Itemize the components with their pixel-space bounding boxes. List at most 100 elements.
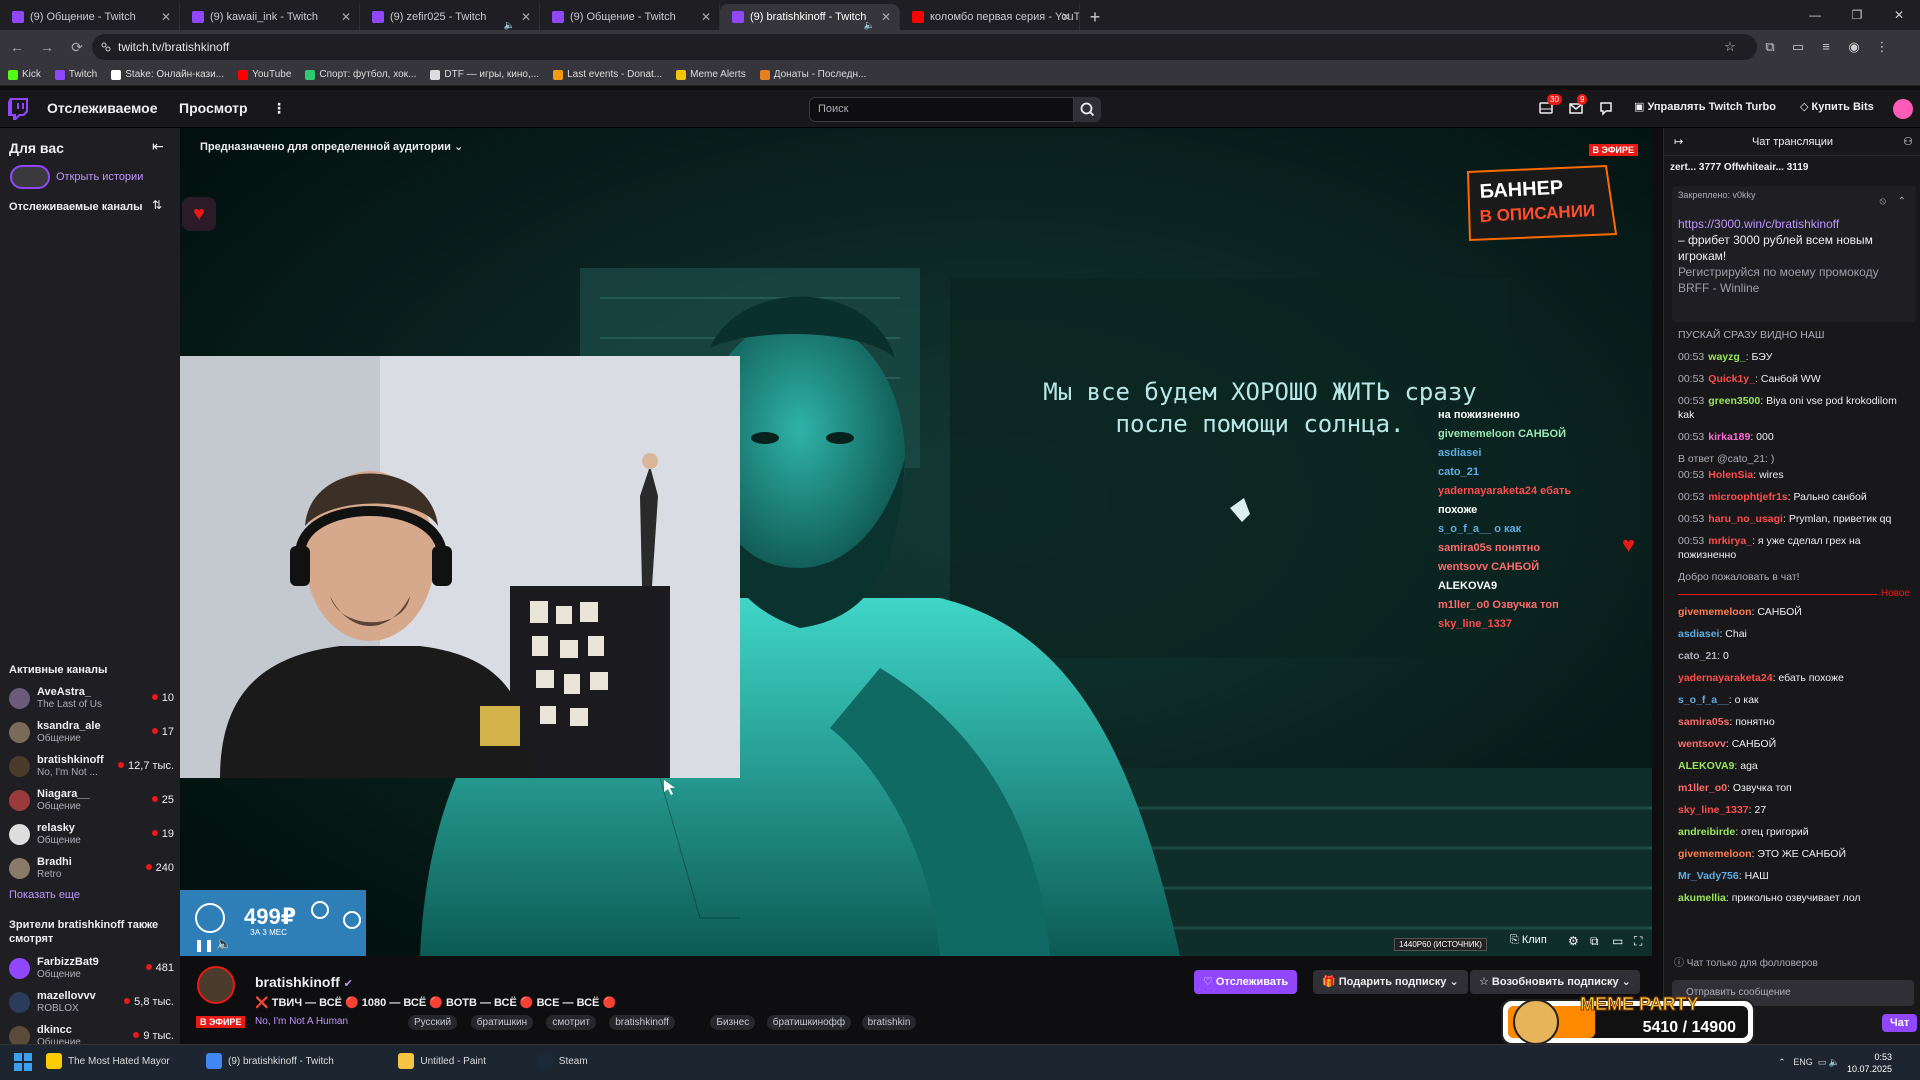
- start-button[interactable]: [14, 1053, 32, 1071]
- theatre-mode-icon[interactable]: ▭: [1612, 934, 1623, 948]
- sidebar-channel[interactable]: bratishkinoff No, I'm Not ... 12,7 тыс.: [9, 754, 174, 784]
- taskbar-item[interactable]: The Most Hated Mayor: [46, 1053, 170, 1069]
- bookmark-item[interactable]: DTF — игры, кино,...: [430, 69, 539, 80]
- unpin-icon[interactable]: ⦸: [1879, 196, 1886, 207]
- chat-username[interactable]: haru_no_usagi: [1708, 513, 1783, 525]
- gift-sub-button[interactable]: 🎁 Подарить подписку ⌄: [1313, 970, 1468, 994]
- bookmark-item[interactable]: YouTube: [238, 69, 291, 80]
- browser-tab[interactable]: (9) kawaii_ink - Twitch ✕: [180, 4, 360, 30]
- browser-tab[interactable]: (9) Общение - Twitch ✕: [540, 4, 720, 30]
- language-indicator[interactable]: ENG: [1793, 1057, 1813, 1067]
- tab-close-icon[interactable]: ✕: [1061, 4, 1071, 30]
- chat-username[interactable]: yadernayaraketa24: [1678, 672, 1773, 684]
- buy-bits-button[interactable]: ◇ Купить Bits: [1800, 100, 1874, 113]
- stream-tag[interactable]: братишкин: [470, 1015, 534, 1030]
- stream-tag[interactable]: Бизнес: [710, 1015, 756, 1030]
- search-input[interactable]: Поиск: [809, 97, 1074, 122]
- tab-close-icon[interactable]: ✕: [161, 4, 171, 30]
- sidebar-channel[interactable]: relasky Общение 19: [9, 822, 174, 852]
- bookmark-item[interactable]: Twitch: [54, 69, 97, 80]
- bookmark-item[interactable]: Stake: Онлайн-кази...: [111, 69, 224, 80]
- taskbar-item[interactable]: Untitled - Paint: [398, 1053, 486, 1069]
- chat-username[interactable]: cato_21: [1678, 650, 1717, 662]
- forward-icon[interactable]: →: [34, 39, 60, 55]
- stream-tag[interactable]: братишкинофф: [766, 1015, 852, 1030]
- network-icon[interactable]: ▭: [1818, 1057, 1827, 1067]
- fullscreen-icon[interactable]: ⛶: [1634, 934, 1642, 949]
- chat-username[interactable]: Mr_Vady756: [1678, 870, 1739, 882]
- browser-tab[interactable]: коломбо первая серия - YouTube✕: [900, 4, 1080, 30]
- volume-tray-icon[interactable]: 🔈: [1829, 1057, 1840, 1067]
- volume-icon[interactable]: 🔈: [216, 936, 232, 952]
- browser-tab[interactable]: (9) bratishkinoff - Twitch 🔈 ✕: [720, 4, 900, 30]
- stream-tag[interactable]: Русский: [408, 1015, 458, 1030]
- tab-audio-icon[interactable]: 🔈: [504, 12, 515, 30]
- pause-icon[interactable]: ❚❚: [194, 938, 214, 952]
- taskbar-item[interactable]: (9) bratishkinoff - Twitch: [206, 1053, 334, 1069]
- chat-username[interactable]: s_o_f_a__: [1678, 694, 1729, 706]
- nav-browse-link[interactable]: Просмотр: [179, 100, 248, 116]
- twitch-logo-icon[interactable]: [8, 98, 28, 120]
- minimize-button[interactable]: —: [1794, 0, 1836, 30]
- turbo-button[interactable]: ▣ Управлять Twitch Turbo: [1634, 100, 1776, 113]
- search-button[interactable]: [1074, 97, 1101, 122]
- nav-more-icon[interactable]: ⋮: [272, 100, 286, 117]
- sidebar-channel[interactable]: FarbizzBat9 Общение 481: [9, 956, 174, 986]
- bookmark-item[interactable]: Спорт: футбол, хок...: [305, 69, 416, 80]
- browser-tab[interactable]: (9) Общение - Twitch ✕: [0, 4, 180, 30]
- stream-tag[interactable]: bratishkin: [861, 1015, 917, 1030]
- streamer-avatar[interactable]: [197, 966, 235, 1004]
- site-info-icon[interactable]: [100, 41, 112, 53]
- show-more-link[interactable]: Показать еще: [9, 889, 80, 901]
- chat-username[interactable]: microophtjefr1s: [1708, 491, 1787, 503]
- bookmark-item[interactable]: Meme Alerts: [676, 69, 746, 80]
- sort-icon[interactable]: ⇅: [152, 198, 162, 212]
- streamer-name[interactable]: bratishkinoff ✔: [255, 974, 353, 990]
- chat-username[interactable]: wayzg_: [1708, 351, 1745, 363]
- sidebar-channel[interactable]: mazellovvv ROBLOX 5,8 тыс.: [9, 990, 174, 1020]
- tab-close-icon[interactable]: ✕: [521, 4, 531, 30]
- url-input[interactable]: twitch.tv/bratishkinoff: [92, 34, 1757, 60]
- reload-icon[interactable]: ⟳: [64, 39, 90, 56]
- sidebar-channel[interactable]: ksandra_ale Общение 17: [9, 720, 174, 750]
- open-stories-button[interactable]: Открыть истории: [10, 165, 160, 189]
- browser-tab[interactable]: (9) zefir025 - Twitch 🔈 ✕: [360, 4, 540, 30]
- browser-menu-icon[interactable]: ⋮: [1868, 38, 1896, 56]
- collapse-sidebar-icon[interactable]: ⇤: [152, 138, 164, 155]
- bookmark-item[interactable]: Донаты - Последн...: [759, 69, 866, 80]
- chat-send-button[interactable]: Чат: [1882, 1014, 1918, 1032]
- chat-username[interactable]: mrkirya_: [1708, 535, 1752, 547]
- chat-username[interactable]: Quick1y_: [1708, 373, 1755, 385]
- chat-username[interactable]: akumellia: [1678, 892, 1726, 904]
- new-tab-button[interactable]: +: [1080, 4, 1110, 30]
- tab-close-icon[interactable]: ✕: [341, 4, 351, 30]
- close-window-button[interactable]: ✕: [1878, 0, 1920, 30]
- audience-warning[interactable]: Предназначено для определенной аудитории…: [200, 140, 463, 153]
- stream-tag[interactable]: смотрит: [546, 1015, 596, 1030]
- bookmark-item[interactable]: Last events - Donat...: [553, 69, 662, 80]
- chat-username[interactable]: ALEKOVA9: [1678, 760, 1734, 772]
- tab-audio-icon[interactable]: 🔈: [864, 12, 875, 30]
- chat-username[interactable]: green3500: [1708, 395, 1760, 407]
- tray-chevron-icon[interactable]: ⌃: [1778, 1057, 1788, 1067]
- bookmark-item[interactable]: Kick: [8, 69, 41, 80]
- nav-following-link[interactable]: Отслеживаемое: [47, 100, 158, 116]
- taskbar-item[interactable]: Steam: [536, 1053, 588, 1069]
- pinned-link[interactable]: https://3000.win/c/bratishkinoff: [1678, 216, 1910, 232]
- chat-username[interactable]: m1ller_o0: [1678, 782, 1727, 794]
- stream-category-link[interactable]: No, I'm Not A Human: [255, 1016, 348, 1027]
- chat-username[interactable]: samira05s: [1678, 716, 1729, 728]
- chat-username[interactable]: HolenSia: [1708, 469, 1753, 481]
- clock[interactable]: 0:53 10.07.2025: [1847, 1051, 1892, 1075]
- stream-tag[interactable]: bratishkinoff: [609, 1015, 675, 1030]
- pip-icon[interactable]: ⧉: [1590, 934, 1599, 949]
- back-icon[interactable]: ←: [4, 39, 30, 55]
- chat-username[interactable]: givememeloon: [1678, 606, 1752, 618]
- maximize-button[interactable]: ❐: [1836, 0, 1878, 30]
- tab-close-icon[interactable]: ✕: [701, 4, 711, 30]
- whispers-button[interactable]: [1598, 100, 1614, 116]
- sidebar-channel[interactable]: Bradhi Retro 240: [9, 856, 174, 886]
- media-icon[interactable]: ≡: [1812, 38, 1840, 56]
- sidebar-channel[interactable]: AveAstra_ The Last of Us 10: [9, 686, 174, 716]
- chat-users-icon[interactable]: ⚇: [1903, 128, 1913, 156]
